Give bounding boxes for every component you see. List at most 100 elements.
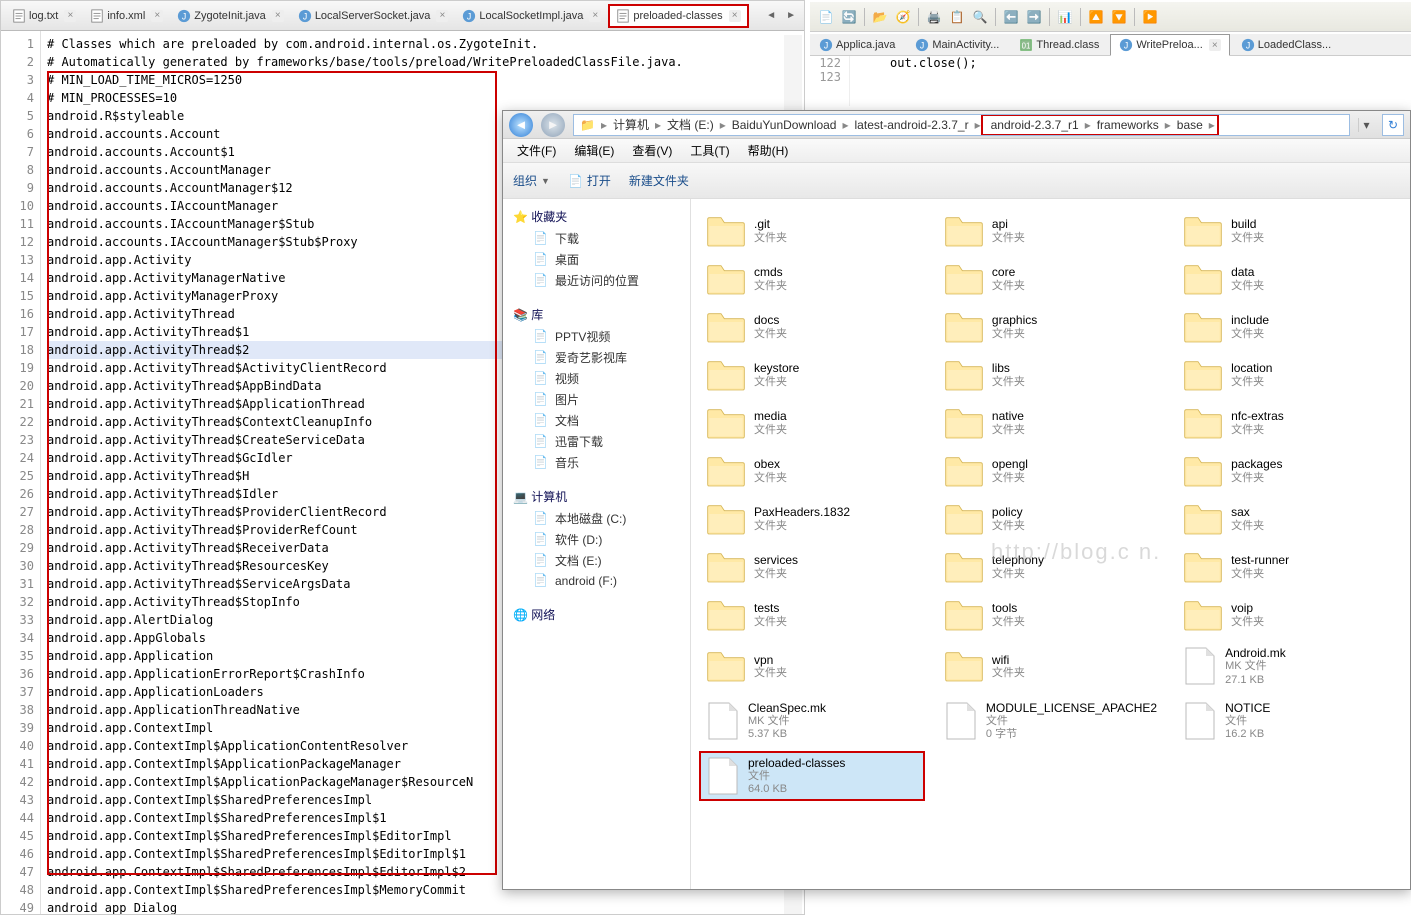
editor-tab[interactable]: JMainActivity...	[906, 34, 1008, 55]
code-line[interactable]: # Classes which are preloaded by com.and…	[47, 35, 798, 53]
file-item[interactable]: Android.mkMK 文件27.1 KB	[1176, 641, 1402, 692]
folder-item[interactable]: include文件夹	[1176, 305, 1402, 349]
folder-item[interactable]: libs文件夹	[937, 353, 1164, 397]
close-icon[interactable]: ×	[589, 10, 601, 22]
folder-item[interactable]: docs文件夹	[699, 305, 925, 349]
sidebar-item[interactable]: 📄爱奇艺影视库	[507, 347, 686, 368]
sidebar-group-head[interactable]: 📚 库	[507, 303, 686, 326]
toolbar-newfolder[interactable]: 新建文件夹	[629, 172, 689, 189]
toolbar-organize[interactable]: 组织▼	[513, 172, 550, 189]
folder-item[interactable]: data文件夹	[1176, 257, 1402, 301]
file-item[interactable]: preloaded-classes文件64.0 KB	[699, 751, 925, 802]
tab-prev[interactable]: ◄	[762, 10, 780, 21]
code-line[interactable]: # MIN_PROCESSES=10	[47, 89, 798, 107]
code-line[interactable]: # Automatically generated by frameworks/…	[47, 53, 798, 71]
folder-item[interactable]: PaxHeaders.1832文件夹	[699, 497, 925, 541]
folder-item[interactable]: graphics文件夹	[937, 305, 1164, 349]
editor-tab[interactable]: JLocalServerSocket.java×	[291, 5, 456, 27]
breadcrumb-root[interactable]: 📁	[574, 118, 601, 132]
toolbar-btn[interactable]: 🔽	[1109, 7, 1129, 27]
breadcrumb-segment[interactable]: BaiduYunDownload	[726, 118, 843, 132]
breadcrumb-segment[interactable]: frameworks	[1091, 118, 1165, 132]
folder-item[interactable]: policy文件夹	[937, 497, 1164, 541]
folder-item[interactable]: telephony文件夹	[937, 545, 1164, 589]
editor-tab[interactable]: JWritePreloa...×	[1110, 34, 1229, 56]
toolbar-open[interactable]: 📄 打开	[568, 172, 611, 189]
sidebar-item[interactable]: 📄下载	[507, 228, 686, 249]
editor-tab[interactable]: JLocalSocketImpl.java×	[455, 5, 608, 27]
menu-tools[interactable]: 工具(T)	[684, 140, 735, 161]
folder-item[interactable]: api文件夹	[937, 209, 1164, 253]
editor-tab[interactable]: info.xml×	[83, 5, 170, 27]
breadcrumb-segment[interactable]: android-2.3.7_r1	[985, 118, 1085, 132]
folder-item[interactable]: tools文件夹	[937, 593, 1164, 637]
sidebar-item[interactable]: 📄本地磁盘 (C:)	[507, 508, 686, 529]
menu-file[interactable]: 文件(F)	[511, 140, 562, 161]
sidebar-item[interactable]: 📄最近访问的位置	[507, 270, 686, 291]
folder-item[interactable]: obex文件夹	[699, 449, 925, 493]
nav-back-button[interactable]: ◄	[509, 113, 533, 137]
file-item[interactable]: CleanSpec.mkMK 文件5.37 KB	[699, 696, 925, 747]
sidebar-item[interactable]: 📄桌面	[507, 249, 686, 270]
breadcrumb-segment[interactable]: latest-android-2.3.7_r	[849, 118, 975, 132]
folder-item[interactable]: wifi文件夹	[937, 641, 1164, 692]
folder-item[interactable]: test-runner文件夹	[1176, 545, 1402, 589]
sidebar-item[interactable]: 📄视频	[507, 368, 686, 389]
close-icon[interactable]: ×	[1209, 39, 1221, 51]
toolbar-btn[interactable]: ▶️	[1140, 7, 1160, 27]
sidebar-group-head[interactable]: 💻 计算机	[507, 485, 686, 508]
folder-item[interactable]: voip文件夹	[1176, 593, 1402, 637]
toolbar-btn[interactable]: ⬅️	[1001, 7, 1021, 27]
close-icon[interactable]: ×	[436, 10, 448, 22]
breadcrumb-segment[interactable]: 文档 (E:)	[661, 116, 720, 133]
editor-tab[interactable]: log.txt×	[5, 5, 83, 27]
explorer-fileview[interactable]: http://blog.c n. .git文件夹api文件夹build文件夹cm…	[691, 199, 1410, 889]
sidebar-item[interactable]: 📄文档 (E:)	[507, 550, 686, 571]
breadcrumb-dropdown[interactable]: ▾	[1358, 118, 1374, 132]
sidebar-group-head[interactable]: ⭐ 收藏夹	[507, 205, 686, 228]
folder-item[interactable]: sax文件夹	[1176, 497, 1402, 541]
toolbar-btn[interactable]: 🖨️	[924, 7, 944, 27]
folder-item[interactable]: opengl文件夹	[937, 449, 1164, 493]
close-icon[interactable]: ×	[729, 10, 741, 22]
folder-item[interactable]: build文件夹	[1176, 209, 1402, 253]
breadcrumb-segment[interactable]: 计算机	[607, 116, 655, 133]
sidebar-item[interactable]: 📄图片	[507, 389, 686, 410]
folder-item[interactable]: vpn文件夹	[699, 641, 925, 692]
file-item[interactable]: MODULE_LICENSE_APACHE2文件0 字节	[937, 696, 1164, 747]
toolbar-btn[interactable]: 📋	[947, 7, 967, 27]
editor-tab[interactable]: JApplica.java	[810, 34, 904, 55]
menu-edit[interactable]: 编辑(E)	[568, 140, 620, 161]
editor-tab[interactable]: preloaded-classes×	[608, 4, 748, 28]
file-item[interactable]: NOTICE文件16.2 KB	[1176, 696, 1402, 747]
toolbar-btn[interactable]: 🔍	[970, 7, 990, 27]
folder-item[interactable]: cmds文件夹	[699, 257, 925, 301]
folder-item[interactable]: keystore文件夹	[699, 353, 925, 397]
folder-item[interactable]: native文件夹	[937, 401, 1164, 445]
editor-tab[interactable]: JZygoteInit.java×	[170, 5, 291, 27]
editor-tab[interactable]: JLoadedClass...	[1232, 34, 1340, 55]
folder-item[interactable]: packages文件夹	[1176, 449, 1402, 493]
folder-item[interactable]: .git文件夹	[699, 209, 925, 253]
folder-item[interactable]: core文件夹	[937, 257, 1164, 301]
sidebar-group-head[interactable]: 🌐 网络	[507, 603, 686, 626]
nav-forward-button[interactable]: ►	[541, 113, 565, 137]
refresh-button[interactable]: ↻	[1382, 114, 1404, 136]
toolbar-btn[interactable]: 🔄	[839, 7, 859, 27]
tab-next[interactable]: ►	[782, 10, 800, 21]
folder-item[interactable]: location文件夹	[1176, 353, 1402, 397]
folder-item[interactable]: nfc-extras文件夹	[1176, 401, 1402, 445]
sidebar-item[interactable]: 📄迅雷下载	[507, 431, 686, 452]
close-icon[interactable]: ×	[151, 10, 163, 22]
menu-help[interactable]: 帮助(H)	[742, 140, 795, 161]
sidebar-item[interactable]: 📄PPTV视频	[507, 326, 686, 347]
breadcrumb[interactable]: 📁▸计算机▸文档 (E:)▸BaiduYunDownload▸latest-an…	[573, 114, 1350, 136]
breadcrumb-segment[interactable]: base	[1171, 118, 1209, 132]
folder-item[interactable]: tests文件夹	[699, 593, 925, 637]
toolbar-btn[interactable]: 📊	[1055, 7, 1075, 27]
toolbar-btn[interactable]: 📄	[816, 7, 836, 27]
toolbar-btn[interactable]: 📂	[870, 7, 890, 27]
menu-view[interactable]: 查看(V)	[626, 140, 678, 161]
folder-item[interactable]: services文件夹	[699, 545, 925, 589]
sidebar-item[interactable]: 📄android (F:)	[507, 571, 686, 591]
